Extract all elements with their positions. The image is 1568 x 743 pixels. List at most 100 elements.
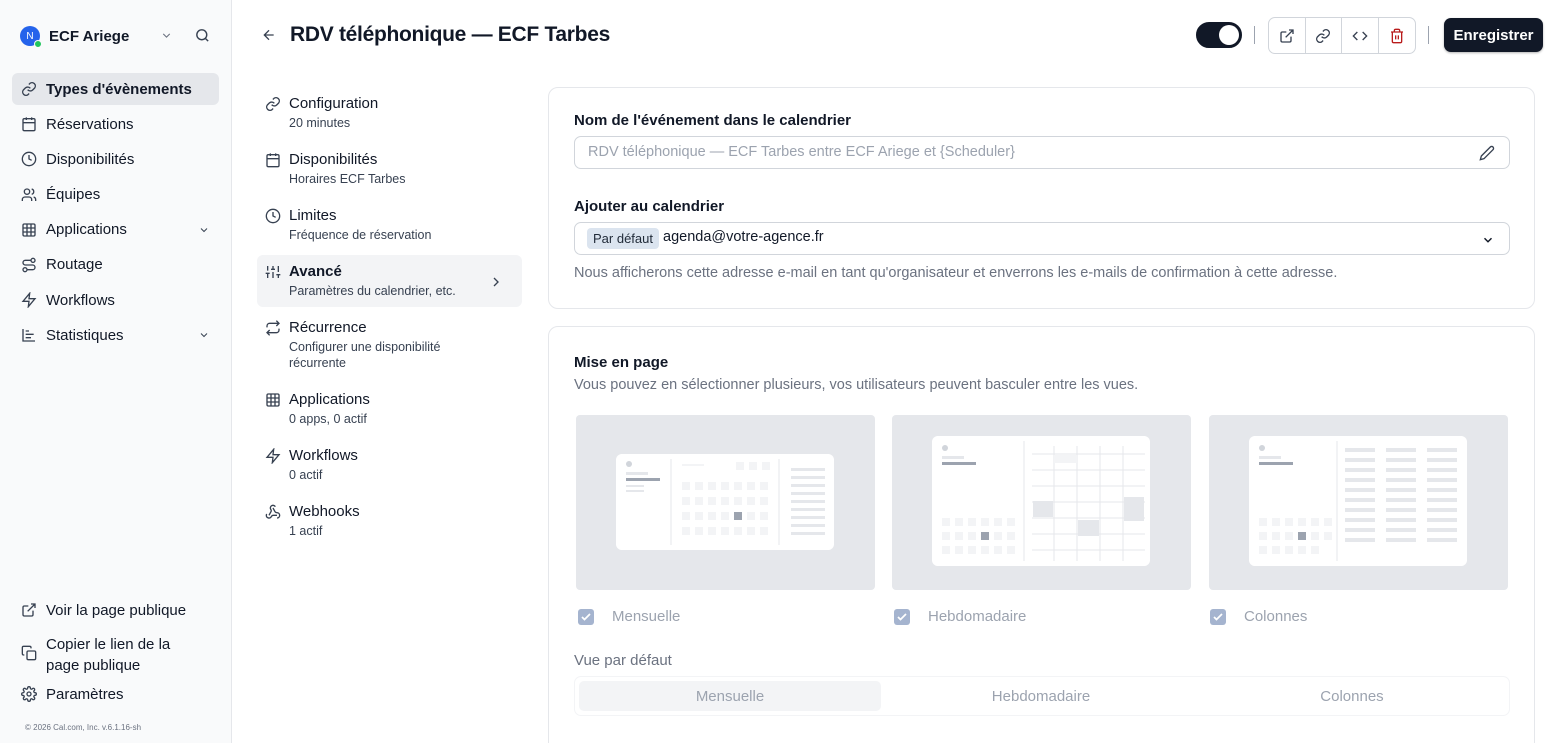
columns-checkbox[interactable]: Colonnes <box>1210 608 1307 625</box>
calendar-icon <box>266 153 280 168</box>
gear-icon <box>21 686 37 702</box>
copy-public-link-label: Copier le lien de la page publique <box>46 636 171 674</box>
layout-preview-columns[interactable] <box>1209 415 1508 590</box>
route-icon <box>22 257 36 273</box>
tab-title: Avancé <box>289 263 342 280</box>
copyright: © 2026 Cal.com, Inc. v.6.1.16-sh <box>25 723 142 732</box>
save-button[interactable]: Enregistrer <box>1444 18 1543 52</box>
tab-description: 1 actif <box>289 524 323 538</box>
event-name-placeholder: RDV téléphonique — ECF Tarbes entre ECF … <box>588 144 1015 160</box>
divider <box>1254 26 1255 44</box>
sidebar-item-label: Équipes <box>46 186 101 204</box>
tab-description: 0 apps, 0 actif <box>289 412 367 426</box>
preview-button[interactable] <box>1269 18 1306 53</box>
sidebar-item-workflows[interactable]: Workflows <box>12 284 219 316</box>
sidebar-item-routing[interactable]: Routage <box>12 249 219 281</box>
grid-icon <box>266 393 280 407</box>
copy-link-button[interactable] <box>1306 18 1342 53</box>
event-name-input[interactable]: RDV téléphonique — ECF Tarbes entre ECF … <box>574 136 1510 169</box>
default-badge: Par défaut <box>587 228 659 249</box>
tab-workflows[interactable]: Workflows 0 actif <box>257 439 522 495</box>
view-public-page-link[interactable]: Voir la page publique <box>12 594 219 626</box>
view-public-page-label: Voir la page publique <box>46 601 187 619</box>
tab-description: Configurer une disponibilité récurrente <box>289 339 440 371</box>
tab-title: Applications <box>289 391 370 408</box>
sidebar-item-insights[interactable]: Statistiques <box>12 319 219 351</box>
checkbox-checked[interactable] <box>578 608 594 625</box>
checkbox-label: Colonnes <box>1244 608 1308 625</box>
tab-description: Fréquence de réservation <box>289 228 432 242</box>
copy-icon <box>21 645 37 661</box>
default-view-option-columns[interactable]: Colonnes <box>1201 681 1503 711</box>
monthly-checkbox[interactable]: Mensuelle <box>578 608 680 625</box>
page-title: RDV téléphonique — ECF Tarbes <box>290 23 610 46</box>
sliders-icon <box>265 266 281 278</box>
repeat-icon <box>266 320 280 336</box>
default-view-option-monthly[interactable]: Mensuelle <box>579 681 881 711</box>
zap-icon <box>265 448 281 464</box>
sidebar-item-label: Types d'évènements <box>46 80 192 98</box>
clock-icon <box>21 152 37 167</box>
chevron-down-icon[interactable] <box>160 29 173 42</box>
webhook-icon <box>265 504 281 519</box>
avatar-initial: N <box>26 30 34 42</box>
tab-advanced[interactable]: Avancé Paramètres du calendrier, etc. <box>257 255 522 307</box>
org-name: ECF Ariege <box>49 27 130 45</box>
search-icon[interactable] <box>194 27 211 44</box>
layout-preview-monthly[interactable] <box>576 415 875 590</box>
sidebar-item-availability[interactable]: Disponibilités <box>12 143 219 175</box>
sidebar-item-bookings[interactable]: Réservations <box>12 108 219 140</box>
sidebar-item-label: Routage <box>46 256 103 274</box>
sidebar-item-label: Disponibilités <box>46 150 135 168</box>
sidebar-bottom: Voir la page publique Copier le lien de … <box>12 594 219 710</box>
external-link-icon <box>1280 28 1294 43</box>
embed-button[interactable] <box>1342 18 1379 53</box>
link-icon <box>266 97 280 111</box>
checkbox-checked[interactable] <box>894 608 910 625</box>
settings-label: Paramètres <box>46 685 124 703</box>
sidebar-item-label: Statistiques <box>46 326 124 344</box>
checkbox-checked[interactable] <box>1210 608 1226 625</box>
chevron-down-icon <box>200 227 208 232</box>
zap-icon <box>21 292 37 309</box>
toggle-knob <box>1219 25 1239 45</box>
hidden-toggle[interactable] <box>1196 22 1242 48</box>
chart-icon <box>22 329 35 342</box>
checkbox-label: Hebdomadaire <box>928 608 1027 625</box>
selected-calendar-email: agenda@votre-agence.fr <box>663 229 824 245</box>
sidebar-item-label: Réservations <box>46 115 134 133</box>
clock-icon <box>265 208 281 224</box>
check-icon <box>1213 612 1223 621</box>
sidebar-item-event-types[interactable]: Types d'évènements <box>12 73 219 105</box>
tab-limits[interactable]: Limites Fréquence de réservation <box>257 199 522 255</box>
check-icon <box>897 612 907 621</box>
default-view-option-weekly[interactable]: Hebdomadaire <box>890 681 1192 711</box>
weekly-checkbox[interactable]: Hebdomadaire <box>894 608 1026 625</box>
destination-calendar-select[interactable]: Par défaut agenda@votre-agence.fr <box>574 222 1510 255</box>
tab-recurring[interactable]: Récurrence Configurer une disponibilité ré… <box>257 311 522 383</box>
tab-description-line: récurrente <box>289 356 346 370</box>
settings-link[interactable]: Paramètres <box>12 678 219 710</box>
copy-public-link-button[interactable]: Copier le lien de la page publique <box>12 634 187 676</box>
link-icon <box>22 82 36 96</box>
tab-description: 20 minutes <box>289 116 351 130</box>
layout-card: Mise en page Vous pouvez en sélectionner… <box>548 326 1535 743</box>
tab-apps[interactable]: Applications 0 apps, 0 actif <box>257 383 522 439</box>
chevron-down-icon <box>1483 237 1493 243</box>
tab-availability[interactable]: Disponibilités Horaires ECF Tarbes <box>257 143 522 199</box>
external-link-icon <box>22 603 36 617</box>
back-arrow-icon[interactable] <box>261 27 277 43</box>
tab-webhooks[interactable]: Webhooks 1 actif <box>257 495 522 551</box>
sidebar-item-teams[interactable]: Équipes <box>12 179 219 211</box>
layout-preview-weekly[interactable] <box>892 415 1191 590</box>
monthly-layout-illustration <box>616 454 834 550</box>
trash-icon <box>1390 28 1403 43</box>
delete-button[interactable] <box>1379 18 1416 53</box>
sidebar-item-apps[interactable]: Applications <box>12 214 219 246</box>
sidebar-nav: Types d'évènements Réservations Disponib… <box>12 73 219 355</box>
tab-description: 0 actif <box>289 468 323 482</box>
default-view-label: Vue par défaut <box>574 652 672 669</box>
pencil-icon[interactable] <box>1479 145 1495 161</box>
tab-setup[interactable]: Configuration 20 minutes <box>257 87 522 143</box>
org-switcher[interactable]: N ECF Ariege <box>20 22 212 50</box>
